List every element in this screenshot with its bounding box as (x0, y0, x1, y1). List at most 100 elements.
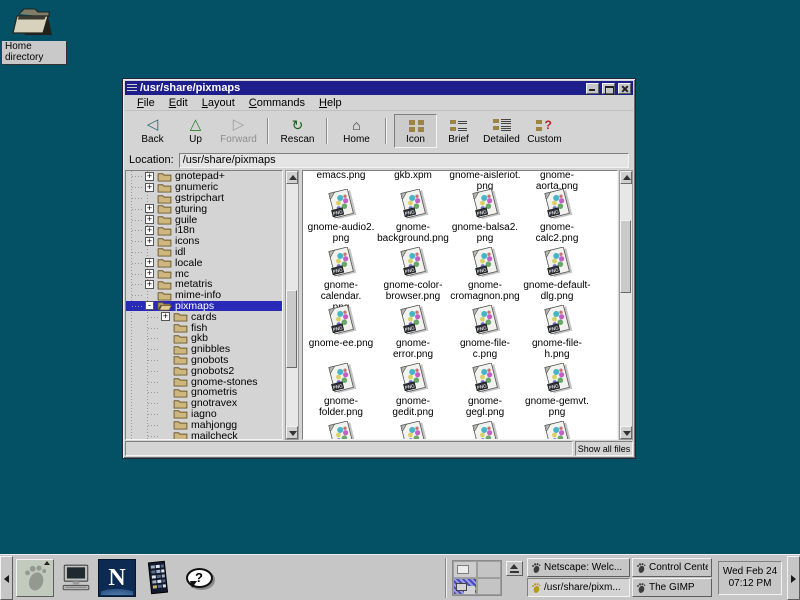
tree-item[interactable]: gnometris (126, 387, 282, 398)
menu-item[interactable]: File (130, 96, 162, 110)
pager-desktop-4[interactable] (477, 578, 501, 595)
task-button[interactable]: Control Center (632, 558, 712, 577)
tree-item[interactable]: icons (126, 236, 282, 247)
tree-scrollbar[interactable] (285, 170, 299, 440)
tree-item[interactable]: idl (126, 247, 282, 258)
help-launcher[interactable]: ? (180, 559, 218, 597)
keypad-launcher[interactable] (139, 559, 177, 597)
scrollbar-track[interactable] (286, 184, 298, 426)
toolbar-button[interactable]: ↻ Rescan (276, 114, 319, 148)
pager-desktop-2[interactable] (477, 561, 501, 578)
menu-item[interactable]: Commands (242, 96, 312, 110)
desktop-pager[interactable] (452, 560, 502, 596)
close-icon[interactable] (618, 83, 631, 94)
tree-expander-icon[interactable] (145, 226, 154, 235)
toolbar-button[interactable]: Detailed (480, 114, 523, 148)
pager-desktop-1[interactable] (453, 561, 477, 578)
file-item[interactable] (449, 421, 521, 440)
file-item[interactable]: gkb.xpm (377, 170, 449, 189)
toolbar-button[interactable] (326, 118, 328, 144)
minimize-icon[interactable] (586, 83, 599, 94)
file-item[interactable]: gnome-balsa2. png (449, 189, 521, 247)
location-input[interactable] (179, 153, 629, 168)
tree-item[interactable]: gnibbles (126, 344, 282, 355)
task-button[interactable]: /usr/share/pixm... (527, 578, 630, 597)
file-item[interactable] (305, 421, 377, 440)
toolbar-button[interactable]: ▷ Forward (217, 114, 260, 148)
file-item[interactable]: gnome-audio2. png (305, 189, 377, 247)
tree-expander-icon[interactable] (145, 269, 154, 278)
pager-desktop-3-active[interactable] (453, 578, 477, 595)
toolbar-button[interactable]: △ Up (174, 114, 217, 148)
icon-view-scrollbar[interactable] (619, 170, 633, 440)
clock[interactable]: Wed Feb 24 07:12 PM (718, 561, 782, 595)
file-item[interactable]: gnome-aisleriot. png (449, 170, 521, 189)
titlebar[interactable]: /usr/share/pixmaps (125, 81, 633, 95)
tree-item[interactable]: gnobots2 (126, 365, 282, 376)
tree-expander-icon[interactable] (145, 301, 154, 310)
task-button[interactable]: The GIMP (632, 578, 712, 597)
tree-item[interactable]: mailcheck (126, 430, 282, 440)
scroll-up-icon[interactable] (286, 171, 298, 184)
toolbar-button[interactable]: Icon (394, 114, 437, 148)
scroll-down-icon[interactable] (620, 426, 632, 439)
file-item[interactable]: gnome-gemvt. png (521, 363, 593, 421)
home-directory-desktop-icon[interactable]: Home directory (2, 5, 66, 64)
terminal-launcher[interactable] (57, 559, 95, 597)
file-item[interactable]: gnome-error.png (377, 305, 449, 363)
tree-expander-icon[interactable] (145, 172, 154, 181)
toolbar-button[interactable]: Custom (523, 114, 566, 148)
menu-item[interactable]: Help (312, 96, 349, 110)
tasklist-arrow-icon[interactable] (506, 561, 523, 576)
main-menu-button[interactable] (16, 559, 54, 597)
tree-expander-icon[interactable] (161, 312, 170, 321)
tree-expander-icon[interactable] (145, 280, 154, 289)
tree-item[interactable]: gkb (126, 333, 282, 344)
tree-expander-icon[interactable] (145, 183, 154, 192)
tree-item[interactable]: gstripchart (126, 193, 282, 204)
file-item[interactable]: gnome- cromagnon.png (449, 247, 521, 305)
tree-item[interactable]: iagno (126, 409, 282, 420)
file-item[interactable]: gnome-aorta.png (521, 170, 593, 189)
file-item[interactable]: gnome- background.png (377, 189, 449, 247)
tree-item[interactable]: fish (126, 322, 282, 333)
tree-item[interactable]: mc (126, 268, 282, 279)
file-item[interactable]: gnome-ee.png (305, 305, 377, 363)
toolbar-button[interactable]: ⌂ Home (335, 114, 378, 148)
tree-item[interactable]: cards (126, 311, 282, 322)
scroll-up-icon[interactable] (620, 171, 632, 184)
file-item[interactable] (521, 421, 593, 440)
scrollbar-thumb[interactable] (620, 220, 631, 293)
file-item[interactable]: gnome-gegl.png (449, 363, 521, 421)
tree-item[interactable]: mahjongg (126, 419, 282, 430)
menu-item[interactable]: Edit (162, 96, 195, 110)
tree-item[interactable]: gnotravex (126, 398, 282, 409)
tree-item[interactable]: gnotepad+ (126, 171, 282, 182)
window-menu-icon[interactable] (127, 84, 137, 93)
file-item[interactable]: gnome-calc2.png (521, 189, 593, 247)
tree-item[interactable]: metatris (126, 279, 282, 290)
file-item[interactable]: gnome-folder.png (305, 363, 377, 421)
tree-expander-icon[interactable] (145, 215, 154, 224)
file-item[interactable]: gnome-file-h.png (521, 305, 593, 363)
file-item[interactable]: gnome-gedit.png (377, 363, 449, 421)
tree-item[interactable]: gnobots (126, 355, 282, 366)
tree-item[interactable]: pixmaps (126, 301, 282, 312)
task-button[interactable]: Netscape: Welc... (527, 558, 630, 577)
file-item[interactable] (377, 421, 449, 440)
tree-expander-icon[interactable] (145, 258, 154, 267)
toolbar-button[interactable] (385, 118, 387, 144)
tree-expander-icon[interactable] (145, 237, 154, 246)
scrollbar-track[interactable] (620, 184, 632, 426)
tree-item[interactable]: mime-info (126, 290, 282, 301)
file-item[interactable]: gnome-color- browser.png (377, 247, 449, 305)
scroll-down-icon[interactable] (286, 426, 298, 439)
tree-item[interactable]: locale (126, 257, 282, 268)
tree-item[interactable]: gnumeric (126, 182, 282, 193)
file-item[interactable]: gnome-default- dlg.png (521, 247, 593, 305)
panel-hide-right-icon[interactable] (787, 556, 800, 600)
menu-item[interactable]: Layout (195, 96, 242, 110)
maximize-icon[interactable] (602, 83, 615, 94)
file-item[interactable]: gnome-file-c.png (449, 305, 521, 363)
tree-item[interactable]: i18n (126, 225, 282, 236)
